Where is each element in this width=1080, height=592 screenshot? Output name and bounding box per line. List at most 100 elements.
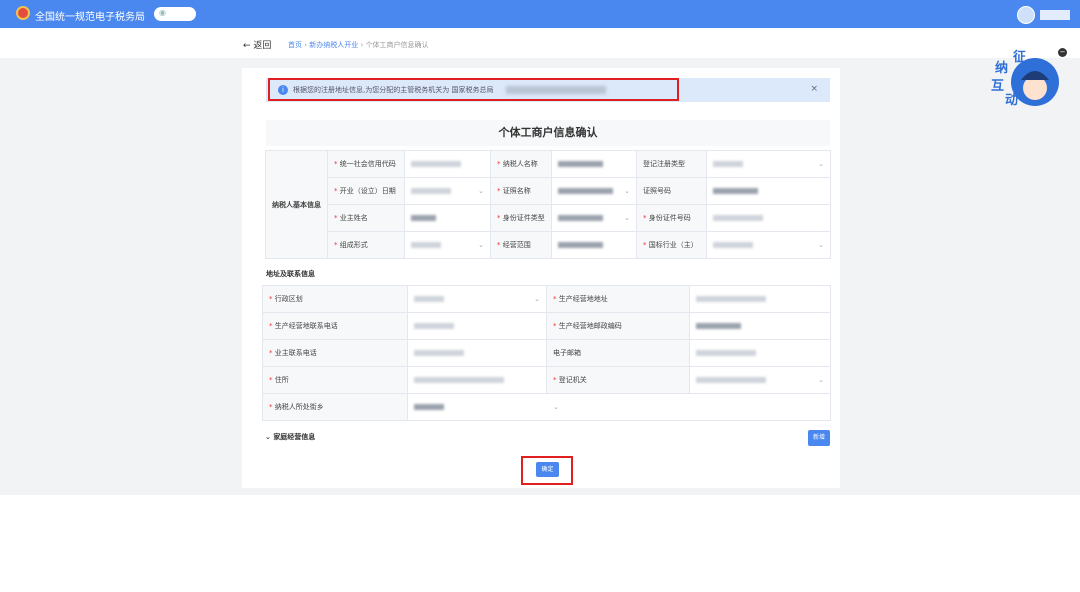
mascot-char: 动	[1005, 93, 1018, 108]
field-value-input[interactable]	[404, 150, 491, 178]
redacted-value	[558, 161, 603, 167]
breadcrumb-current: 个体工商户信息确认	[365, 41, 429, 49]
location-selector[interactable]: ◉	[154, 7, 196, 21]
mascot-char: 征	[1013, 49, 1026, 65]
user-name-masked[interactable]	[1040, 10, 1070, 20]
field-label: * 证照名称	[490, 177, 552, 205]
group-label: 纳税人基本信息	[265, 150, 328, 259]
redacted-value	[713, 215, 763, 221]
app-title: 全国统一规范电子税务局	[35, 12, 145, 23]
field-value-input[interactable]: ⌄	[551, 177, 637, 205]
redacted-value	[713, 188, 758, 194]
chevron-down-icon: ⌄	[818, 376, 824, 384]
field-value-input[interactable]: ⌄	[706, 150, 831, 178]
field-label: * 生产经营地邮政编码	[546, 312, 690, 340]
field-value-input[interactable]	[407, 312, 547, 340]
redacted-value	[713, 161, 743, 167]
mascot-assistant[interactable]: 征 纳 互 动	[985, 46, 1060, 112]
field-label: * 登记机关	[546, 366, 690, 394]
back-button[interactable]: ← 返回	[243, 38, 271, 51]
field-value-input[interactable]: ⌄	[404, 177, 491, 205]
field-label-text: 生产经营地邮政编码	[558, 322, 622, 330]
field-label: * 生产经营地联系电话	[262, 312, 408, 340]
field-value-input[interactable]	[407, 339, 547, 367]
redacted-value	[411, 161, 461, 167]
field-value-input[interactable]	[404, 204, 491, 232]
table-row: * 业主联系电话 电子邮箱	[262, 339, 831, 367]
field-label-text: 统一社会信用代码	[339, 160, 396, 168]
chevron-down-icon: ⌄	[534, 295, 540, 303]
field-label-text: 登记注册类型	[643, 160, 685, 168]
address-info-table: * 行政区划 ⌄ * 生产经营地地址 * 生产经营地联系电话 * 生产经营地邮政编码 * …	[262, 285, 831, 421]
field-label: * 纳税人所处街乡	[262, 393, 408, 421]
field-label-text: 经营范围	[502, 241, 531, 249]
field-label: * 纳税人名称	[490, 150, 552, 178]
field-label: * 组成形式	[327, 231, 405, 259]
mascot-close-icon[interactable]: −	[1058, 48, 1067, 57]
location-pin-icon: ◉	[159, 8, 166, 17]
field-label-text: 生产经营地联系电话	[274, 322, 338, 330]
redacted-value	[713, 242, 753, 248]
field-label-text: 身份证件号码	[648, 214, 691, 222]
redacted-value	[411, 242, 441, 248]
field-value-input[interactable]: ⌄	[404, 231, 491, 259]
redacted-value	[414, 350, 464, 356]
table-row: 纳税人基本信息 * 统一社会信用代码 * 纳税人名称 登记注册类型 ⌄	[265, 150, 831, 259]
field-label: * 住所	[262, 366, 408, 394]
highlight-box-notice	[268, 78, 679, 101]
field-label: * 业主姓名	[327, 204, 405, 232]
redacted-value	[558, 242, 603, 248]
breadcrumb-separator: ›	[304, 41, 308, 49]
field-label-text: 业主姓名	[339, 214, 368, 222]
table-row: * 住所 * 登记机关 ⌄	[262, 366, 831, 394]
close-icon[interactable]: ×	[810, 84, 818, 94]
field-value-input[interactable]: ⌄	[551, 204, 637, 232]
field-label-text: 纳税人所处街乡	[274, 403, 324, 411]
field-value-input[interactable]	[689, 285, 831, 313]
field-label: * 行政区划	[262, 285, 408, 313]
field-label: * 开业（设立）日期	[327, 177, 405, 205]
field-value-input[interactable]	[689, 312, 831, 340]
table-row: * 组成形式 ⌄ * 经营范围 * 国标行业（主） ⌄	[266, 231, 831, 259]
field-value-input[interactable]	[407, 366, 547, 394]
family-business-toggle[interactable]: ⌄ 家庭经营信息	[265, 432, 315, 442]
field-label-text: 身份证件类型	[502, 214, 545, 222]
field-value-input[interactable]	[551, 150, 637, 178]
breadcrumb-new-taxpayer[interactable]: 新办纳税人开业	[309, 41, 358, 49]
subheader	[0, 28, 1080, 58]
field-label-text: 纳税人名称	[502, 160, 538, 168]
breadcrumb: 首页 › 新办纳税人开业 › 个体工商户信息确认	[288, 40, 429, 50]
field-label-text: 业主联系电话	[274, 349, 317, 357]
field-value-input[interactable]: ⌄	[706, 231, 831, 259]
field-value-input[interactable]	[689, 339, 831, 367]
field-label-text: 行政区划	[274, 295, 303, 303]
field-value-input[interactable]	[706, 177, 831, 205]
chevron-down-icon: ⌄	[818, 241, 824, 249]
redacted-value	[558, 188, 613, 194]
redacted-value	[696, 377, 766, 383]
field-value-input[interactable]	[551, 231, 637, 259]
user-avatar[interactable]	[1017, 6, 1035, 24]
field-value-input[interactable]: ⌄	[407, 393, 831, 421]
table-row: * 行政区划 ⌄ * 生产经营地地址	[262, 285, 831, 313]
field-label-text: 住所	[274, 376, 289, 384]
breadcrumb-home[interactable]: 首页	[288, 41, 302, 49]
redacted-value	[411, 215, 436, 221]
field-value-input[interactable]	[706, 204, 831, 232]
add-button[interactable]: 新增	[808, 430, 830, 446]
field-value-input[interactable]: ⌄	[407, 285, 547, 313]
redacted-value	[414, 377, 504, 383]
redacted-value	[558, 215, 603, 221]
breadcrumb-separator: ›	[360, 41, 364, 49]
redacted-value	[414, 404, 444, 410]
field-label-text: 电子邮箱	[553, 349, 581, 357]
field-value-input[interactable]: ⌄	[689, 366, 831, 394]
field-label-text: 开业（设立）日期	[339, 187, 396, 195]
redacted-value	[696, 296, 766, 302]
field-label: * 身份证件号码	[636, 204, 707, 232]
table-row: * 生产经营地联系电话 * 生产经营地邮政编码	[262, 312, 831, 340]
field-label-text: 登记机关	[558, 376, 587, 384]
highlight-box-confirm	[521, 456, 573, 485]
redacted-value	[696, 350, 756, 356]
field-label-text: 证照名称	[502, 187, 531, 195]
